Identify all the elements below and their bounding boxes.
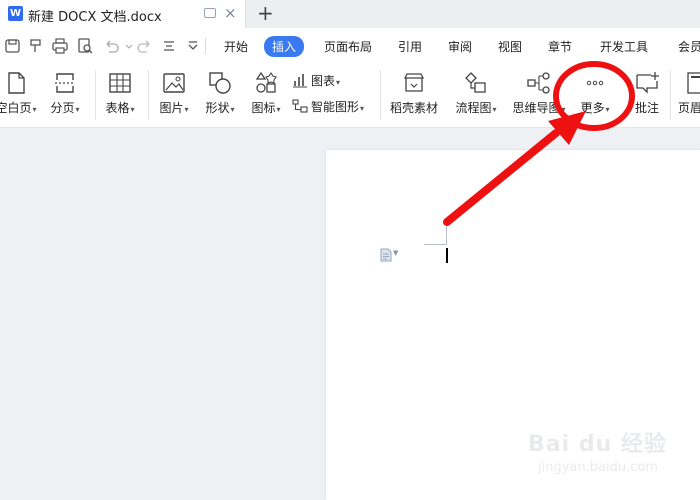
shape-button[interactable]: 形状▾ — [199, 64, 241, 120]
mindmap-button[interactable]: 思维导图▾ — [508, 64, 570, 120]
docer-material-label: 稻壳素材 — [389, 101, 438, 115]
chevron-down-icon: ▼ — [393, 249, 399, 257]
menu-tab-insert[interactable]: 插入 — [264, 36, 305, 57]
format-painter-icon[interactable] — [27, 37, 45, 55]
tab-bar: W 新建 DOCX 文档.docx × + — [0, 0, 700, 28]
menu-tab-view[interactable]: 视图 — [498, 38, 522, 55]
paragraph-layout-button[interactable]: ▼ — [380, 248, 410, 262]
picture-icon — [161, 70, 187, 96]
baidu-jingyan-watermark: Bai du 经验 jingyan.baidu.com — [528, 426, 678, 486]
save-icon[interactable] — [4, 37, 22, 55]
table-label: 表格 — [105, 101, 130, 115]
customize-toolbar-icon[interactable] — [184, 37, 202, 55]
menu-separator — [205, 38, 206, 54]
comment-label: 批注 — [634, 101, 659, 115]
flowchart-button[interactable]: 流程图▾ — [448, 64, 504, 120]
menu-tab-home[interactable]: 开始 — [224, 38, 248, 55]
blank-page-label: 空白页 — [0, 101, 32, 115]
menu-tab-section[interactable]: 章节 — [548, 38, 572, 55]
icons-label: 图标 — [251, 101, 276, 115]
undo-icon[interactable] — [102, 37, 120, 55]
ribbon-separator — [670, 70, 671, 120]
ribbon-separator — [95, 70, 96, 120]
docer-material-button[interactable]: 稻壳素材 — [386, 64, 442, 120]
print-icon[interactable] — [51, 37, 69, 55]
ribbon-separator — [380, 70, 381, 120]
more-dots-icon — [582, 70, 608, 96]
print-preview-icon[interactable] — [76, 37, 94, 55]
chart-label: 图表 — [311, 74, 336, 88]
icons-button[interactable]: 图标▾ — [245, 64, 287, 120]
more-button[interactable]: 更多▾ — [574, 64, 616, 120]
close-tab-icon[interactable]: × — [224, 4, 237, 22]
undo-dropdown-icon[interactable] — [120, 37, 133, 55]
blank-page-icon — [3, 70, 29, 96]
new-tab-button[interactable]: + — [257, 1, 274, 25]
more-label: 更多 — [580, 101, 605, 115]
icon-library-icon — [253, 70, 279, 96]
bar-chart-icon — [293, 74, 307, 88]
watermark-site: jingyan.baidu.com — [538, 460, 658, 475]
mindmap-label: 思维导图 — [512, 101, 561, 115]
comment-add-icon — [634, 70, 660, 96]
table-icon — [107, 70, 133, 96]
ribbon-separator — [148, 70, 149, 120]
header-label: 页眉 — [678, 101, 700, 115]
document-outline-icon — [380, 248, 392, 262]
wps-writer-icon: W — [8, 6, 23, 21]
chart-button[interactable]: 图表▾ — [292, 72, 340, 90]
menu-tab-developer[interactable]: 开发工具 — [600, 38, 648, 55]
material-store-icon — [401, 70, 427, 96]
document-title: 新建 DOCX 文档.docx — [28, 10, 162, 25]
picture-button[interactable]: 图片▾ — [154, 64, 194, 120]
page-break-icon — [52, 70, 78, 96]
menu-tab-review[interactable]: 审阅 — [448, 38, 472, 55]
pin-window-icon[interactable] — [204, 8, 216, 18]
watermark-brand: Bai du 经验 — [528, 432, 667, 457]
smart-art-label: 智能图形 — [311, 100, 360, 114]
redo-icon[interactable] — [136, 37, 154, 55]
mindmap-icon — [526, 70, 552, 96]
menu-tab-page-layout[interactable]: 页面布局 — [324, 38, 372, 55]
align-icon[interactable] — [160, 37, 178, 55]
shape-icon — [207, 70, 233, 96]
smart-art-icon — [292, 99, 308, 113]
text-cursor — [446, 248, 448, 263]
picture-label: 图片 — [159, 101, 184, 115]
flowchart-icon — [463, 70, 489, 96]
shape-label: 形状 — [205, 101, 230, 115]
comment-button[interactable]: 批注 — [628, 64, 666, 120]
flowchart-label: 流程图 — [455, 101, 492, 115]
insert-ribbon: 空白页▾ 分页▾ 表格▾ 图片▾ 形状▾ 图标▾ 图表▾ 智能图形▾ 稻壳素材 … — [0, 64, 700, 128]
page-break-button[interactable]: 分页▾ — [44, 64, 86, 120]
page-margin-corner-mark — [424, 226, 447, 245]
header-icon — [683, 70, 700, 96]
blank-page-button[interactable]: 空白页▾ — [0, 64, 42, 120]
table-button[interactable]: 表格▾ — [100, 64, 140, 120]
header-button[interactable]: 页眉 — [676, 64, 700, 120]
document-tab[interactable]: W 新建 DOCX 文档.docx × — [0, 0, 246, 28]
menu-tab-references[interactable]: 引用 — [398, 38, 422, 55]
smart-art-button[interactable]: 智能图形▾ — [292, 98, 364, 116]
menu-tab-member[interactable]: 会员 — [678, 38, 700, 55]
page-break-label: 分页 — [50, 101, 75, 115]
menu-bar: 开始 插入 页面布局 引用 审阅 视图 章节 开发工具 会员 — [0, 28, 700, 64]
